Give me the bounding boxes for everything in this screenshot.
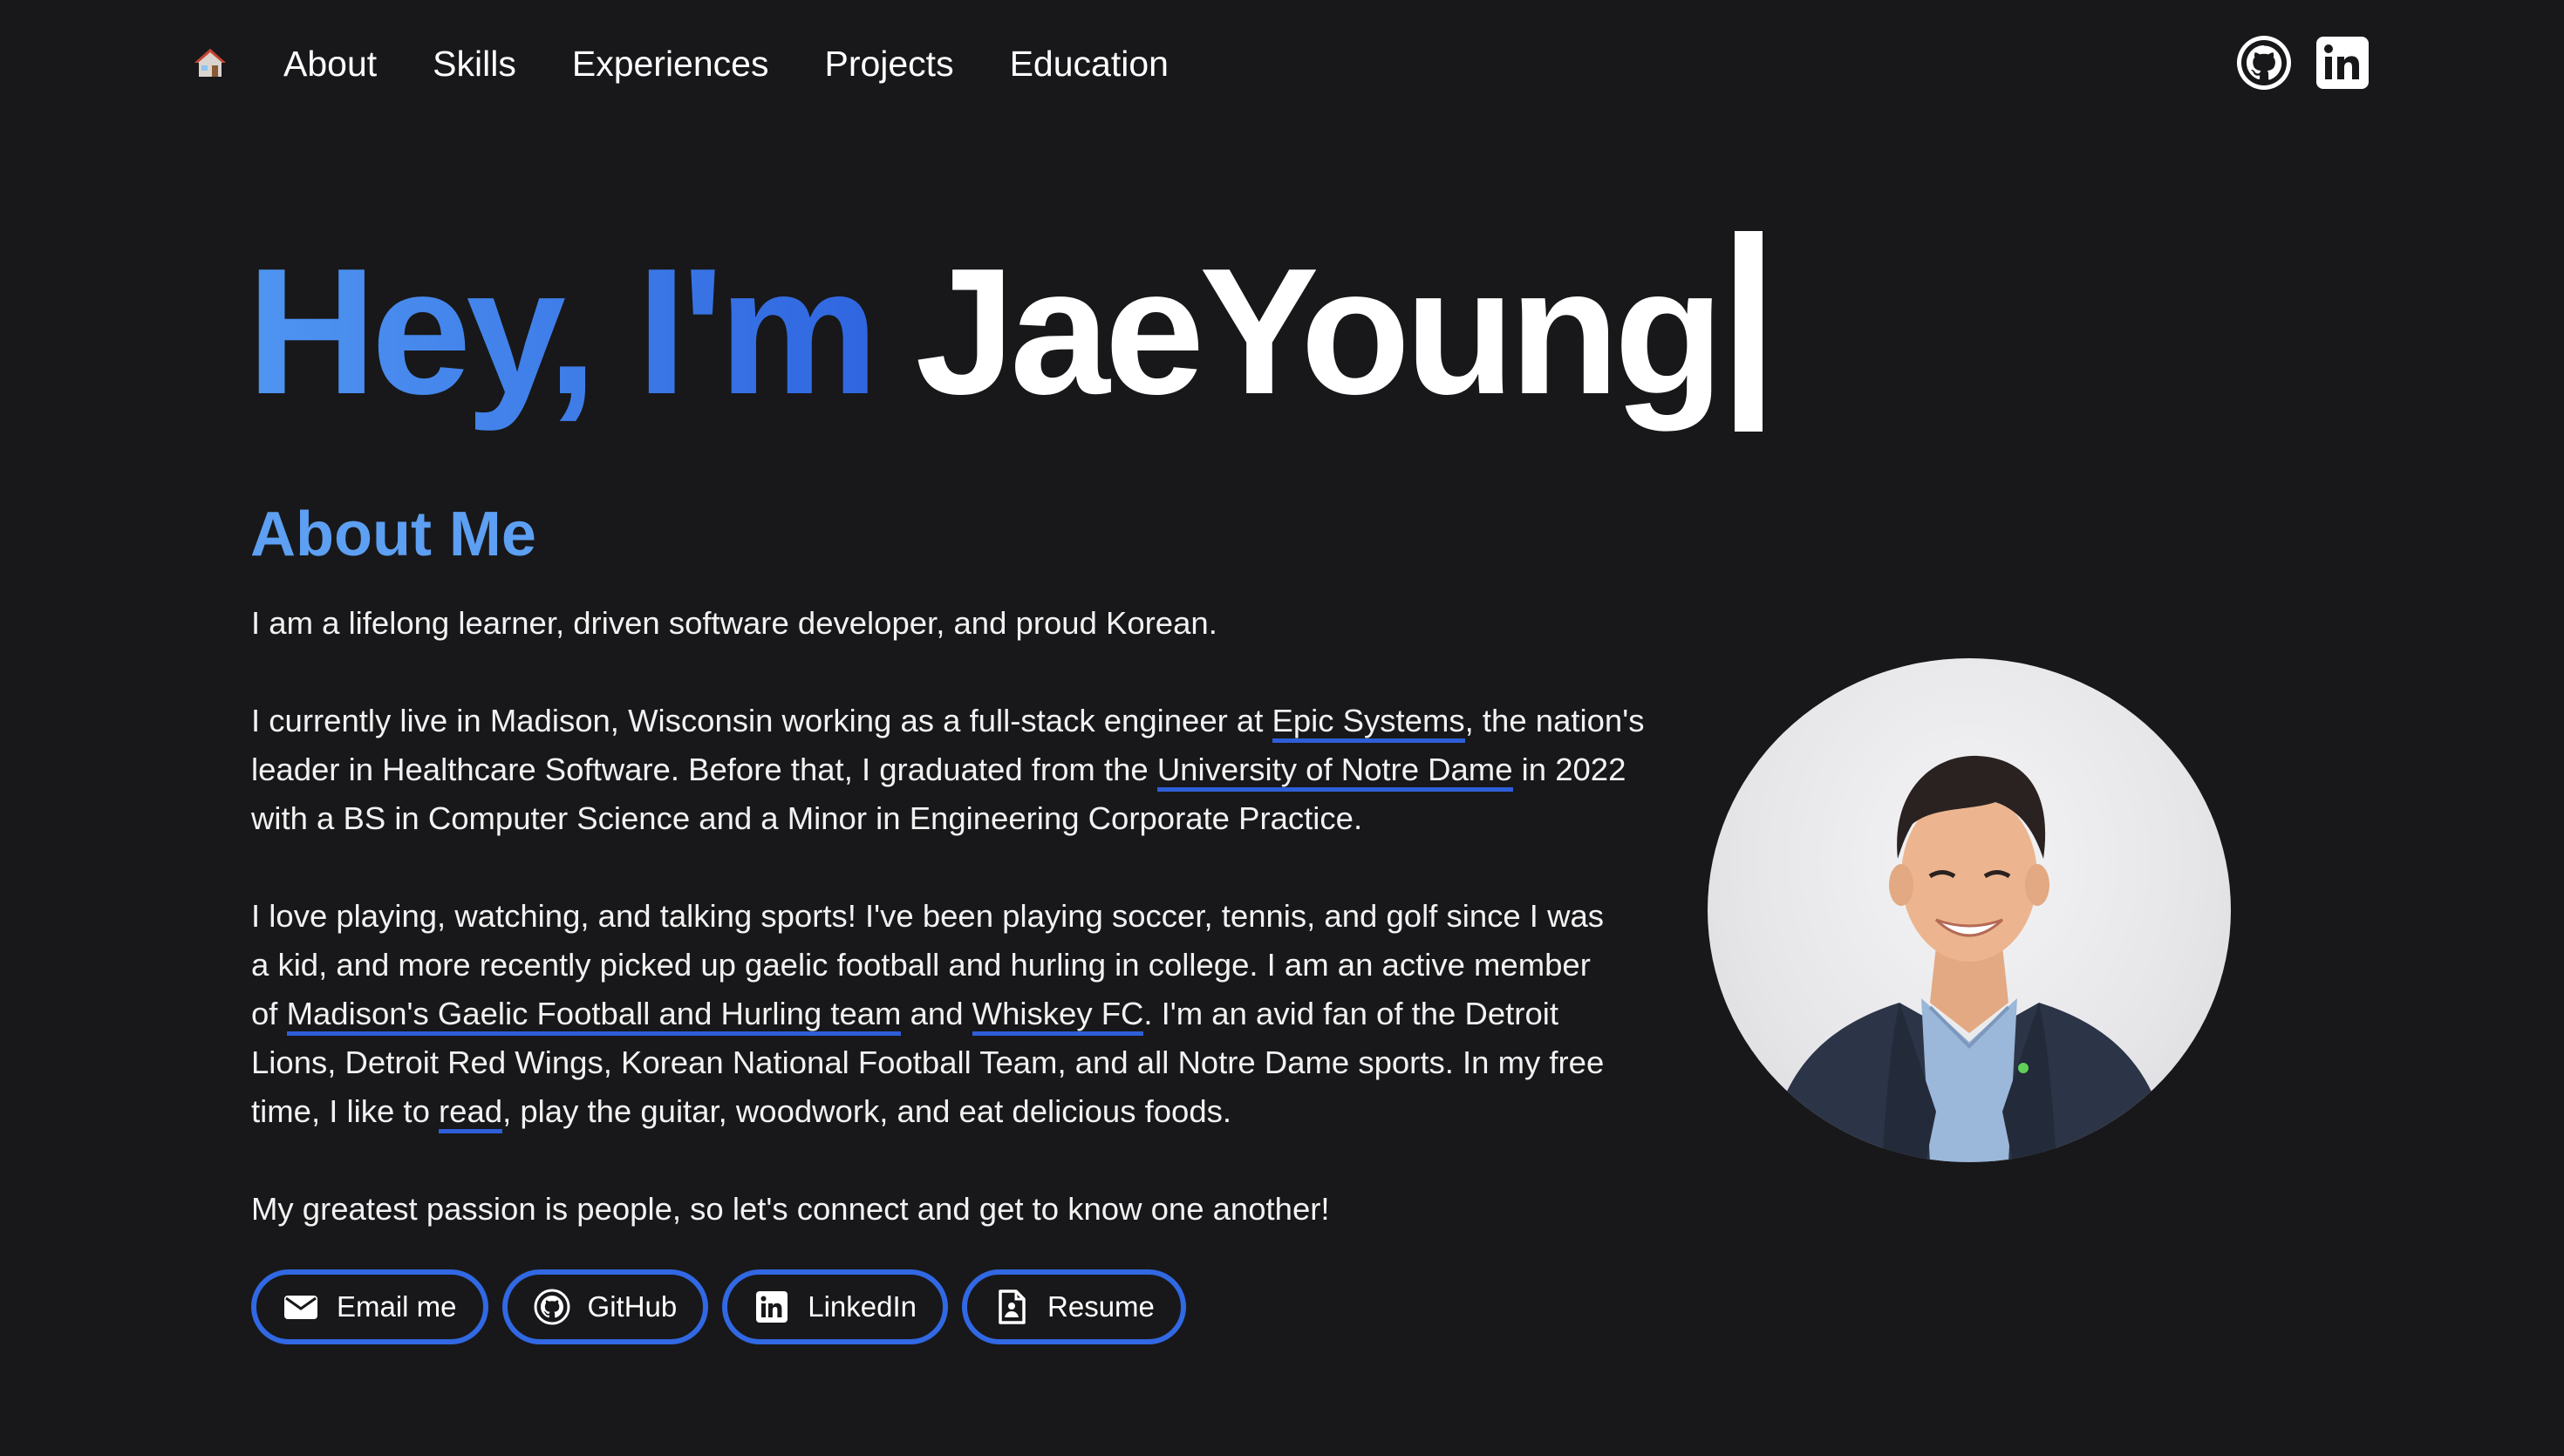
whiskey-fc-link[interactable]: Whiskey FC [972, 996, 1144, 1036]
epic-systems-link[interactable]: Epic Systems [1272, 703, 1465, 743]
email-button[interactable]: Email me [251, 1269, 488, 1344]
house-icon[interactable] [193, 45, 228, 80]
about-body: I am a lifelong learner, driven software… [251, 599, 1647, 1283]
social-links [2234, 33, 2372, 92]
linkedin-icon[interactable] [2313, 33, 2372, 92]
linkedin-button-label: LinkedIn [808, 1290, 917, 1323]
about-paragraph-4: My greatest passion is people, so let's … [251, 1191, 1330, 1227]
github-icon[interactable] [2234, 33, 2294, 92]
hero-heading: Hey, I'm JaeYoung [247, 227, 1763, 436]
hero-name: JaeYoung [915, 231, 1723, 432]
nav-link-education[interactable]: Education [1010, 38, 1169, 89]
nav-link-skills[interactable]: Skills [433, 38, 516, 89]
about-paragraph-3: I love playing, watching, and talking sp… [251, 892, 1620, 1136]
nav-links: About Skills Experiences Projects Educat… [283, 38, 1224, 89]
email-button-label: Email me [337, 1290, 457, 1323]
linkedin-icon [756, 1291, 788, 1323]
top-nav: About Skills Experiences Projects Educat… [0, 0, 2564, 131]
resume-file-icon [999, 1289, 1026, 1324]
about-paragraph-2: I currently live in Madison, Wisconsin w… [251, 703, 1645, 836]
about-title: About Me [250, 500, 536, 569]
envelope-icon [284, 1296, 317, 1319]
profile-photo [1708, 658, 2231, 1162]
hero-greeting: Hey, I'm [247, 227, 878, 436]
profile-photo-illustration [1769, 755, 2170, 1162]
about-paragraph-1: I am a lifelong learner, driven software… [251, 605, 1217, 641]
gaelic-team-link[interactable]: Madison's Gaelic Football and Hurling te… [286, 996, 902, 1036]
github-icon [534, 1289, 570, 1325]
linkedin-button[interactable]: LinkedIn [722, 1269, 949, 1344]
nav-link-projects[interactable]: Projects [824, 38, 953, 89]
github-button[interactable]: GitHub [501, 1269, 709, 1344]
read-link[interactable]: read [439, 1093, 503, 1133]
contact-buttons: Email me GitHub LinkedIn Resume [251, 1269, 1186, 1344]
resume-button-label: Resume [1047, 1290, 1155, 1323]
typing-cursor [1734, 231, 1763, 432]
nav-link-about[interactable]: About [283, 38, 377, 89]
nav-link-experiences[interactable]: Experiences [572, 38, 769, 89]
resume-button[interactable]: Resume [962, 1269, 1186, 1344]
github-button-label: GitHub [587, 1290, 678, 1323]
notre-dame-link[interactable]: University of Notre Dame [1156, 752, 1513, 792]
